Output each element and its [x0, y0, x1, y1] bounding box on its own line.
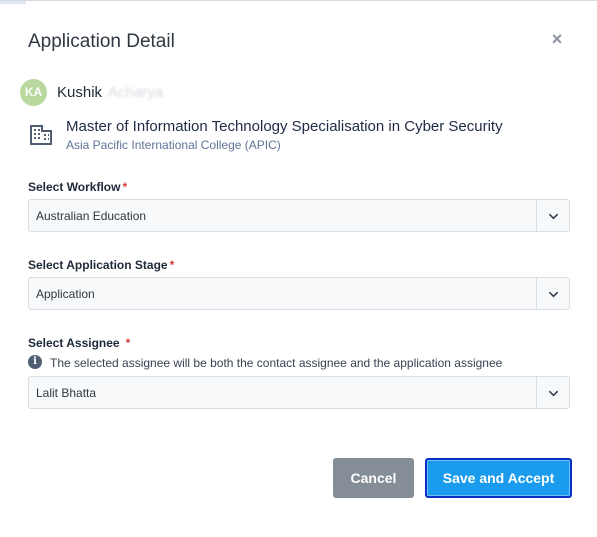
assignee-info-text: The selected assignee will be both the c…: [50, 356, 503, 370]
stage-label: Select Application Stage *: [28, 257, 174, 273]
workflow-select[interactable]: Australian Education: [28, 199, 570, 232]
cancel-button[interactable]: Cancel: [333, 458, 414, 498]
application-detail-dialog: Application Detail × KA Kushik Acharya Ma…: [0, 0, 597, 537]
workflow-label: Select Workflow *: [28, 179, 127, 195]
assignee-select[interactable]: Lalit Bhatta: [28, 376, 570, 409]
assignee-label: Select Assignee *: [28, 335, 130, 351]
select-divider: [536, 278, 537, 309]
close-icon[interactable]: ×: [548, 30, 566, 48]
stage-selected-value: Application: [36, 287, 95, 301]
college-name: Asia Pacific International College (APIC…: [66, 138, 281, 152]
course-title: Master of Information Technology Special…: [66, 118, 503, 135]
top-accent-bar: [0, 1, 26, 4]
save-and-accept-button[interactable]: Save and Accept: [425, 458, 572, 498]
chevron-down-icon[interactable]: [548, 211, 559, 222]
info-icon: i: [28, 355, 42, 369]
chevron-down-icon[interactable]: [548, 289, 559, 300]
contact-first-name: Kushik: [57, 84, 103, 101]
avatar: KA: [20, 79, 47, 106]
contact-name: Kushik Acharya: [57, 83, 163, 103]
required-mark: *: [122, 180, 128, 194]
select-divider: [536, 200, 537, 231]
stage-label-text: Select Application Stage: [28, 258, 168, 272]
building-icon: [30, 125, 52, 145]
assignee-label-text: Select Assignee: [28, 336, 120, 350]
required-mark: *: [169, 258, 175, 272]
chevron-down-icon[interactable]: [548, 388, 559, 399]
workflow-label-text: Select Workflow: [28, 180, 121, 194]
contact-surname-redacted: Acharya: [108, 84, 164, 101]
dialog-title: Application Detail: [28, 31, 175, 52]
application-stage-select[interactable]: Application: [28, 277, 570, 310]
required-mark: *: [125, 336, 131, 350]
assignee-selected-value: Lalit Bhatta: [36, 386, 97, 400]
workflow-selected-value: Australian Education: [36, 209, 147, 223]
select-divider: [536, 377, 537, 408]
